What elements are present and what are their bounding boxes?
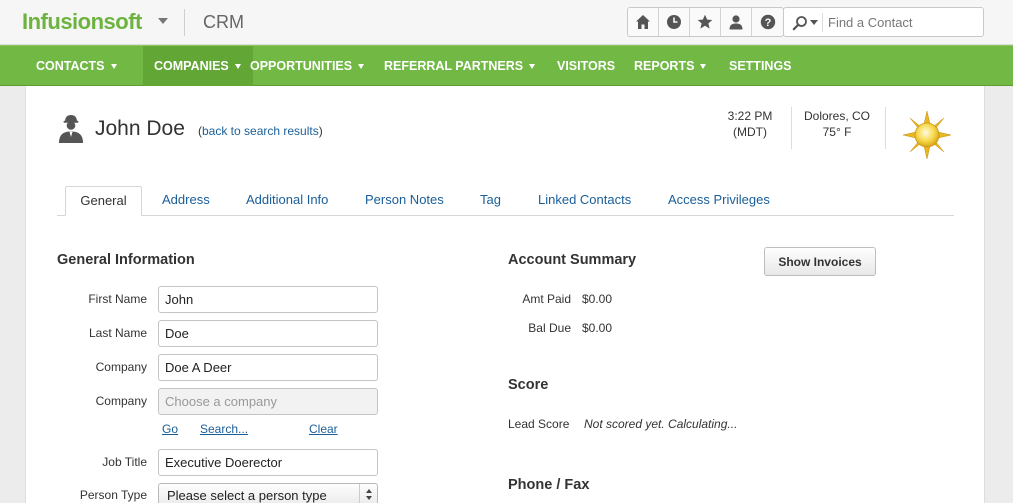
nav-opportunities[interactable]: OPPORTUNITIES xyxy=(250,46,365,86)
user-icon[interactable] xyxy=(721,8,752,36)
clear-link[interactable]: Clear xyxy=(309,422,338,436)
app-switcher-caret-icon[interactable] xyxy=(158,18,168,24)
show-invoices-button[interactable]: Show Invoices xyxy=(764,247,876,276)
main-nav: CONTACTS COMPANIES OPPORTUNITIES REFERRA… xyxy=(0,45,1013,86)
quick-icon-bar: ? xyxy=(627,7,784,37)
home-icon[interactable] xyxy=(628,8,659,36)
nav-companies[interactable]: COMPANIES xyxy=(143,46,253,86)
top-bar: Infusionsoft CRM ? xyxy=(0,0,1013,45)
company-field[interactable] xyxy=(158,354,378,381)
chevron-down-icon xyxy=(234,64,241,70)
lead-score-label: Lead Score xyxy=(508,417,570,431)
account-summary-heading: Account Summary xyxy=(508,252,637,268)
company-label: Company xyxy=(95,360,147,374)
go-link[interactable]: Go xyxy=(162,422,178,436)
tab-general[interactable]: General xyxy=(65,186,142,216)
company-lookup-label: Company xyxy=(95,394,147,408)
amt-paid-label: Amt Paid xyxy=(522,292,571,306)
local-time: 3:22 PM (MDT) xyxy=(727,109,773,139)
tab-linked-contacts[interactable]: Linked Contacts xyxy=(538,186,631,216)
last-name-label: Last Name xyxy=(88,326,147,340)
divider xyxy=(885,107,886,149)
clock-icon[interactable] xyxy=(659,8,690,36)
amt-paid-value: $0.00 xyxy=(582,292,613,306)
bal-due-value: $0.00 xyxy=(582,321,613,335)
app-logo[interactable]: Infusionsoft xyxy=(22,9,142,35)
tab-person-notes[interactable]: Person Notes xyxy=(365,186,444,216)
nav-settings[interactable]: SETTINGS xyxy=(729,46,792,86)
search-icon[interactable] xyxy=(792,15,808,31)
job-title-field[interactable] xyxy=(158,449,378,476)
chevron-down-icon xyxy=(700,64,707,70)
person-type-select[interactable]: Please select a person type xyxy=(158,483,378,503)
tab-address[interactable]: Address xyxy=(162,186,210,216)
chevron-down-icon xyxy=(110,64,117,70)
nav-visitors[interactable]: VISITORS xyxy=(557,46,615,86)
svg-text:?: ? xyxy=(764,17,771,29)
chevron-down-icon xyxy=(358,64,365,70)
tab-access-privileges[interactable]: Access Privileges xyxy=(668,186,770,216)
back-to-search-link[interactable]: back to search results xyxy=(202,124,319,138)
select-arrows-icon xyxy=(359,484,377,503)
search-options-caret-icon[interactable] xyxy=(810,20,818,25)
nav-referral-partners[interactable]: REFERRAL PARTNERS xyxy=(384,46,536,86)
divider xyxy=(791,107,792,149)
divider xyxy=(184,9,185,36)
nav-reports[interactable]: REPORTS xyxy=(634,46,707,86)
divider xyxy=(822,13,823,32)
company-lookup-field[interactable] xyxy=(158,388,378,415)
score-heading: Score xyxy=(508,377,549,393)
person-type-label: Person Type xyxy=(79,488,147,502)
product-name: CRM xyxy=(203,12,244,32)
sun-icon xyxy=(902,110,952,160)
back-link-wrapper: (back to search results) xyxy=(198,124,323,138)
contact-name: John Doe xyxy=(95,117,185,140)
tab-tag[interactable]: Tag xyxy=(480,186,501,216)
nav-contacts[interactable]: CONTACTS xyxy=(26,46,127,86)
bal-due-label: Bal Due xyxy=(528,321,571,335)
person-icon xyxy=(59,115,83,143)
chevron-down-icon xyxy=(529,64,536,70)
lead-score-value: Not scored yet. Calculating... xyxy=(584,417,738,431)
help-icon[interactable]: ? xyxy=(752,8,783,36)
star-icon[interactable] xyxy=(690,8,721,36)
first-name-field[interactable] xyxy=(158,286,378,313)
last-name-field[interactable] xyxy=(158,320,378,347)
general-information-heading: General Information xyxy=(57,252,195,268)
job-title-label: Job Title xyxy=(102,455,147,469)
tab-additional-info[interactable]: Additional Info xyxy=(246,186,328,216)
weather-location: Dolores, CO 75° F xyxy=(803,109,871,139)
phone-fax-heading: Phone / Fax xyxy=(508,477,590,493)
contact-search xyxy=(783,7,984,37)
search-input[interactable] xyxy=(828,13,978,32)
search-link[interactable]: Search... xyxy=(200,422,248,436)
first-name-label: First Name xyxy=(88,292,147,306)
